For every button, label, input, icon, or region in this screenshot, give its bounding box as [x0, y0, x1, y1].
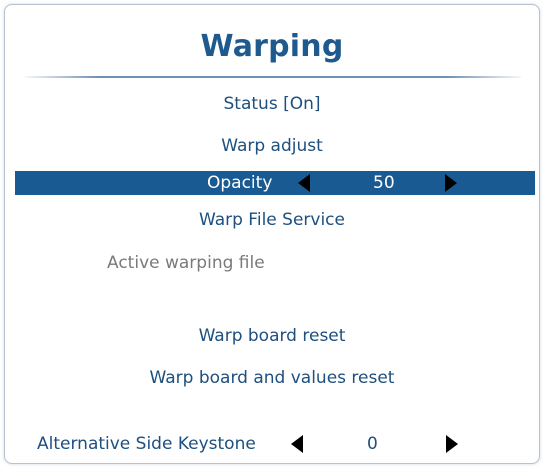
alternative-side-keystone-row[interactable]: Alternative Side Keystone 0 — [5, 434, 539, 458]
opacity-menu-item-selected[interactable]: Opacity 50 — [15, 171, 535, 195]
active-warping-file-label: Active warping file — [107, 253, 265, 273]
keystone-decrease-arrow-icon[interactable] — [291, 435, 303, 453]
keystone-value: 0 — [367, 434, 378, 454]
opacity-label: Opacity — [207, 173, 273, 193]
opacity-increase-arrow-icon[interactable] — [445, 174, 457, 192]
opacity-decrease-arrow-icon[interactable] — [298, 174, 310, 192]
warp-board-reset-menu-item[interactable]: Warp board reset — [5, 326, 539, 346]
warp-board-values-reset-menu-item[interactable]: Warp board and values reset — [5, 368, 539, 388]
status-menu-item[interactable]: Status [On] — [5, 94, 539, 114]
menu-title: Warping — [200, 29, 344, 64]
warping-menu-panel: Warping Status [On] Warp adjust Opacity … — [4, 4, 540, 464]
opacity-value: 50 — [373, 173, 395, 193]
keystone-increase-arrow-icon[interactable] — [446, 435, 458, 453]
warp-adjust-menu-item[interactable]: Warp adjust — [5, 136, 539, 156]
title-divider — [25, 76, 521, 78]
warp-file-service-menu-item[interactable]: Warp File Service — [5, 210, 539, 230]
alternative-side-keystone-label: Alternative Side Keystone — [37, 434, 256, 454]
